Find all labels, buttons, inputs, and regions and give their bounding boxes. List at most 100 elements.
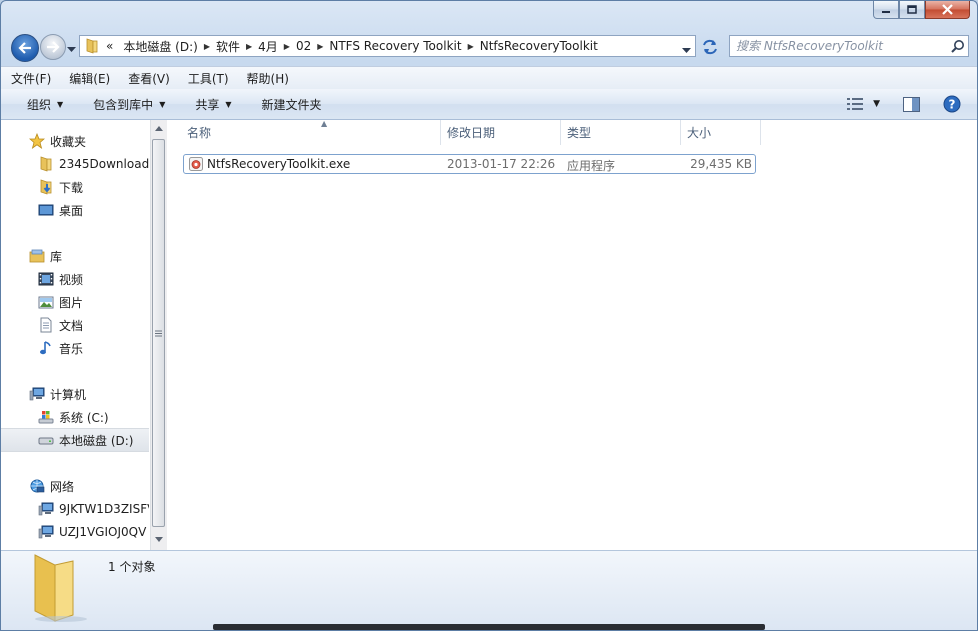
- downloads-folder-icon: [38, 179, 54, 195]
- include-in-library-button[interactable]: 包含到库中 ▼: [75, 96, 177, 113]
- dropdown-arrow-icon: ▼: [159, 99, 166, 109]
- nav-item-label: 2345Downloads: [59, 157, 149, 171]
- scroll-up-button[interactable]: [151, 120, 167, 137]
- preview-pane-icon: [903, 96, 920, 112]
- forward-button[interactable]: [40, 34, 66, 60]
- menu-tools[interactable]: 工具(T): [178, 70, 237, 87]
- nav-item-music[interactable]: 音乐: [1, 337, 149, 359]
- nav-item-label: 桌面: [59, 203, 84, 218]
- breadcrumb-ntfsrecoverytoolkit[interactable]: NtfsRecoveryToolkit: [474, 39, 604, 53]
- column-header-modified-label: 修改日期: [447, 126, 496, 140]
- scroll-down-icon: [155, 537, 163, 542]
- maximize-icon: [907, 5, 917, 14]
- nav-item-2345downloads[interactable]: 2345Downloads: [1, 153, 149, 175]
- nav-item-videos[interactable]: 视频: [1, 268, 149, 290]
- scroll-down-button[interactable]: [151, 531, 167, 548]
- change-view-button[interactable]: ▼: [847, 98, 880, 110]
- file-type: 应用程序: [567, 159, 616, 173]
- column-header-type-label: 类型: [567, 126, 592, 140]
- nav-item-desktop[interactable]: 桌面: [1, 199, 149, 221]
- column-header-name[interactable]: ▲ 名称: [181, 119, 441, 145]
- dropdown-arrow-icon: ▼: [225, 99, 232, 109]
- breadcrumb-april[interactable]: 4月: [252, 38, 284, 55]
- view-controls: ▼ ?: [838, 89, 977, 119]
- scroll-thumb[interactable]: [152, 139, 165, 527]
- share-button[interactable]: 共享 ▼: [177, 96, 243, 113]
- nav-item-downloads[interactable]: 下载: [1, 176, 149, 198]
- nav-favorites-label: 收藏夹: [50, 134, 87, 149]
- svg-text:?: ?: [949, 98, 956, 112]
- column-header-size-label: 大小: [687, 126, 712, 140]
- refresh-icon: [703, 39, 717, 55]
- navigation-pane: 收藏夹 2345Downloads 下载 桌面 库 视频 图片 文档 音乐 计算…: [1, 120, 149, 550]
- maximize-button[interactable]: [899, 1, 925, 19]
- nav-computer[interactable]: 计算机: [1, 383, 149, 405]
- help-icon: ?: [943, 95, 961, 113]
- file-name: NtfsRecoveryToolkit.exe: [207, 157, 351, 171]
- nav-item-pictures[interactable]: 图片: [1, 291, 149, 313]
- nav-item-system-c[interactable]: 系统 (C:): [1, 406, 149, 428]
- content-area: 收藏夹 2345Downloads 下载 桌面 库 视频 图片 文档 音乐 计算…: [1, 119, 977, 550]
- nav-item-network-pc-2[interactable]: UZJ1VGIOJ0QV: [1, 521, 149, 543]
- system-drive-icon: [38, 409, 54, 425]
- hard-drive-icon: [38, 432, 54, 448]
- nav-network-label: 网络: [50, 479, 75, 494]
- minimize-button[interactable]: [873, 1, 899, 19]
- breadcrumb-software[interactable]: 软件: [210, 38, 246, 55]
- menu-view[interactable]: 查看(V): [118, 70, 178, 87]
- new-folder-button[interactable]: 新建文件夹: [244, 96, 334, 113]
- folder-icon: [38, 156, 54, 172]
- nav-item-label: 音乐: [59, 341, 84, 356]
- column-header-type[interactable]: 类型: [561, 120, 681, 145]
- menu-file[interactable]: 文件(F): [1, 70, 59, 87]
- search-input[interactable]: [730, 38, 948, 54]
- nav-libraries[interactable]: 库: [1, 245, 149, 267]
- address-overflow[interactable]: «: [100, 39, 117, 53]
- breadcrumb-drive-d[interactable]: 本地磁盘 (D:): [117, 38, 203, 55]
- column-header-modified[interactable]: 修改日期: [441, 120, 561, 145]
- taskbar-strip: [213, 624, 765, 630]
- nav-item-documents[interactable]: 文档: [1, 314, 149, 336]
- search-button[interactable]: [948, 39, 968, 53]
- network-computer-icon: [38, 524, 54, 540]
- dropdown-arrow-icon: ▼: [873, 99, 880, 109]
- organize-button[interactable]: 组织 ▼: [1, 96, 75, 113]
- search-icon: [951, 40, 964, 53]
- address-history-button[interactable]: [682, 43, 691, 57]
- scroll-up-icon: [155, 126, 163, 131]
- file-row[interactable]: NtfsRecoveryToolkit.exe 2013-01-17 22:26…: [183, 154, 756, 174]
- menu-edit[interactable]: 编辑(E): [59, 70, 118, 87]
- recent-pages-button[interactable]: [67, 42, 76, 56]
- navigation-scrollbar[interactable]: [150, 120, 167, 550]
- preview-pane-button[interactable]: [903, 96, 920, 112]
- new-folder-label: 新建文件夹: [261, 97, 322, 112]
- file-size: 29,435 KB: [690, 157, 752, 171]
- nav-item-local-disk-d[interactable]: 本地磁盘 (D:): [1, 428, 149, 452]
- breadcrumb-ntfs-recovery-toolkit[interactable]: NTFS Recovery Toolkit: [323, 39, 467, 53]
- document-icon: [38, 317, 54, 333]
- star-icon: [29, 133, 45, 149]
- library-icon: [29, 248, 45, 264]
- search-box[interactable]: [729, 35, 969, 57]
- refresh-button[interactable]: [699, 37, 721, 57]
- arrow-right-icon: [47, 41, 60, 53]
- network-icon: [29, 478, 45, 494]
- back-button[interactable]: [11, 34, 39, 62]
- nav-network[interactable]: 网络: [1, 475, 149, 497]
- grip-icon: [155, 330, 162, 336]
- exe-file-icon: [188, 156, 204, 175]
- nav-favorites[interactable]: 收藏夹: [1, 130, 149, 152]
- help-button[interactable]: ?: [943, 95, 961, 113]
- breadcrumb-02[interactable]: 02: [290, 39, 317, 53]
- video-icon: [38, 271, 54, 287]
- close-button[interactable]: [925, 1, 970, 19]
- file-modified: 2013-01-17 22:26: [447, 157, 556, 171]
- address-bar[interactable]: « 本地磁盘 (D:) ▶ 软件 ▶ 4月 ▶ 02 ▶ NTFS Recove…: [79, 35, 696, 57]
- dropdown-arrow-icon: ▼: [57, 99, 64, 109]
- minimize-icon: [882, 10, 890, 13]
- command-bar: 组织 ▼ 包含到库中 ▼ 共享 ▼ 新建文件夹 ▼ ?: [1, 89, 977, 120]
- nav-item-network-pc-1[interactable]: 9JKTW1D3ZISFV: [1, 498, 149, 520]
- navigation-bar: « 本地磁盘 (D:) ▶ 软件 ▶ 4月 ▶ 02 ▶ NTFS Recove…: [1, 31, 977, 63]
- menu-help[interactable]: 帮助(H): [237, 70, 297, 87]
- column-header-size[interactable]: 大小: [681, 120, 761, 145]
